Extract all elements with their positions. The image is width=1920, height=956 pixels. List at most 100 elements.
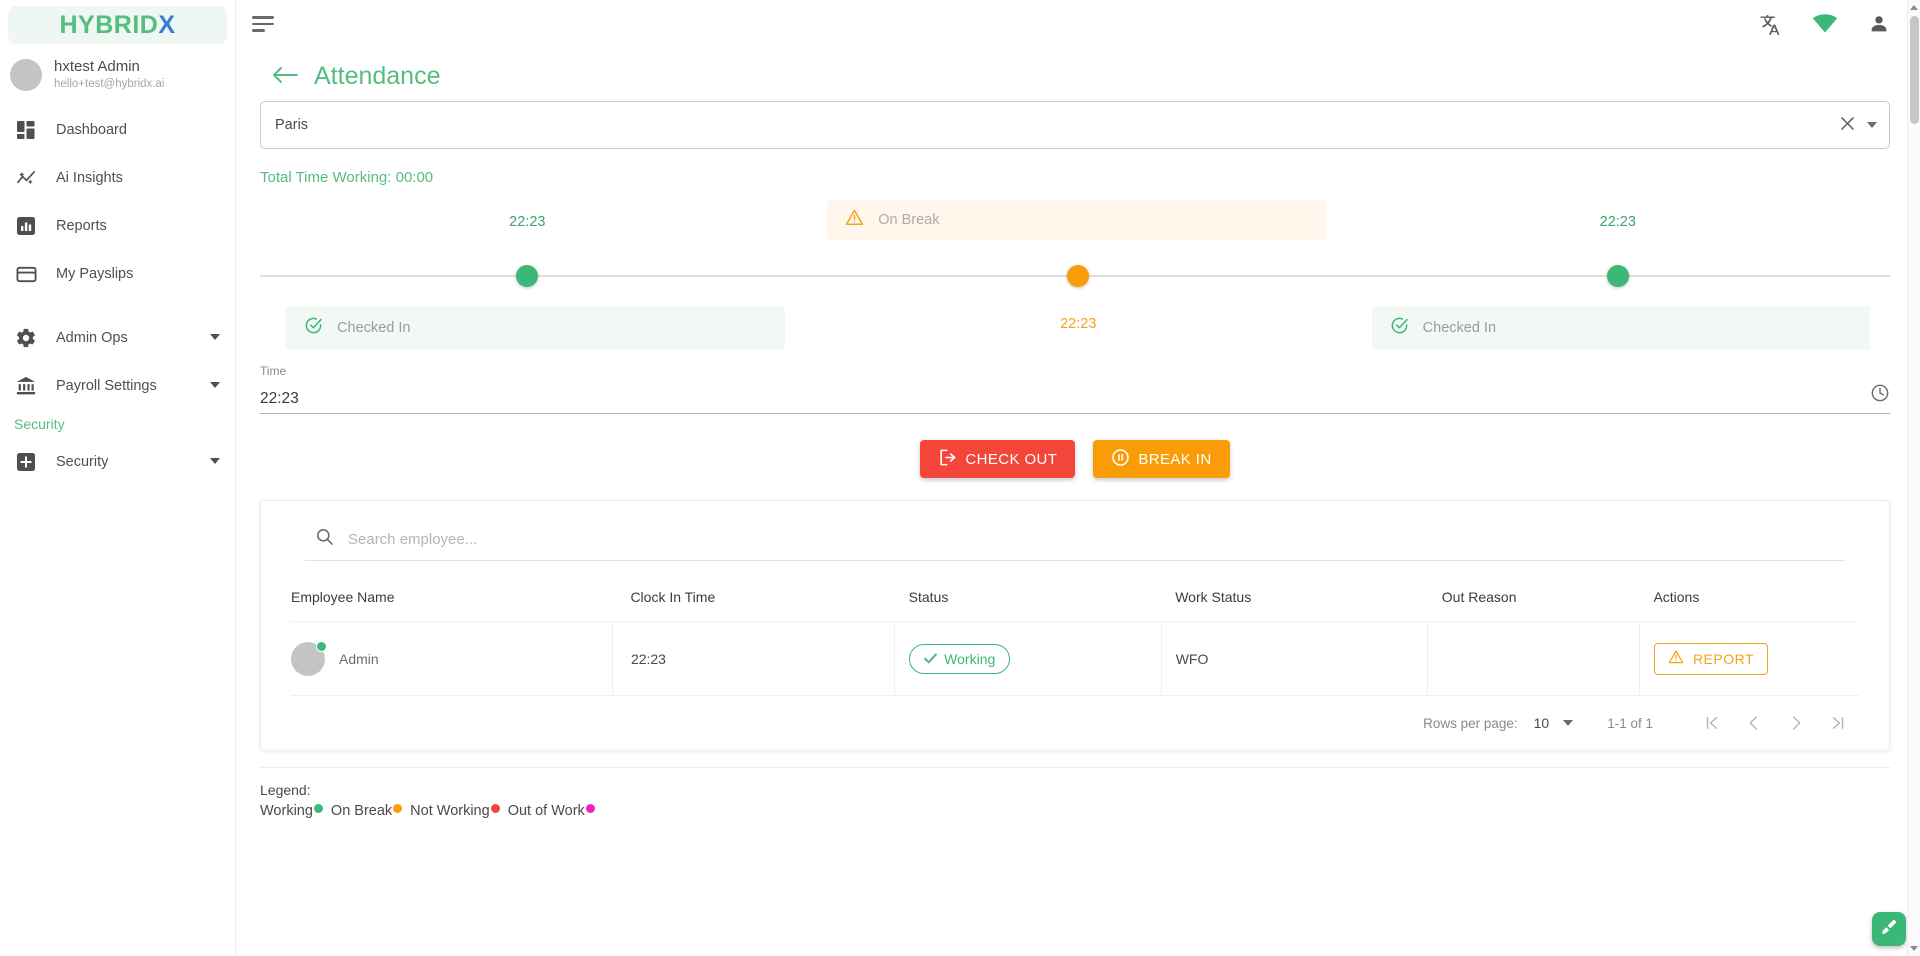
sidebar-item-label: Dashboard (56, 122, 127, 138)
time-input-row[interactable]: 22:23 (260, 383, 1890, 414)
brush-icon (1880, 918, 1898, 941)
attendance-table-card: Search employee... Employee Name Clock I… (260, 500, 1890, 751)
chevron-down-icon[interactable] (209, 333, 221, 344)
on-break-banner: On Break (827, 200, 1326, 240)
on-break-label: On Break (878, 212, 940, 228)
timeline-track (260, 254, 1890, 298)
attendance-table: Employee Name Clock In Time Status Work … (291, 589, 1859, 696)
on-break-time-label: 22:23 (1060, 316, 1097, 332)
time-input-value[interactable]: 22:23 (260, 390, 299, 408)
legend-item: On Break (331, 803, 403, 819)
status-badge: Working (909, 643, 1011, 674)
avatar (10, 59, 42, 91)
sidebar-item-ai-insights[interactable]: Ai Insights (0, 154, 235, 202)
checked-in-label: Checked In (1422, 320, 1497, 336)
timeline-dot-checked-in-1[interactable] (516, 265, 539, 287)
close-icon[interactable] (1840, 116, 1855, 135)
back-arrow-icon[interactable] (272, 65, 298, 89)
reports-icon (14, 214, 38, 238)
sidebar-item-my-payslips[interactable]: My Payslips (0, 250, 235, 298)
checked-in-card-1: Checked In (286, 306, 785, 350)
wifi-icon[interactable] (1812, 14, 1838, 34)
first-page-icon[interactable] (1691, 714, 1733, 732)
legend: Legend: Working On Break Not Working Out… (260, 767, 1890, 819)
next-page-icon[interactable] (1775, 714, 1817, 732)
topbar (236, 0, 1920, 48)
person-icon[interactable] (1868, 13, 1890, 35)
location-select[interactable]: Paris (260, 101, 1890, 149)
table-row[interactable]: Admin 22:23 Working WFO REPORT (291, 621, 1859, 696)
column-actions: Actions (1653, 589, 1700, 605)
ai-insights-icon (14, 166, 38, 190)
user-text-block: hxtest Admin hello+test@hybridx.ai (54, 58, 164, 92)
legend-item-label: Working (260, 803, 313, 819)
attendance-timeline: 22:23 On Break 22:23 Checked In 22:23 Ch… (260, 200, 1890, 360)
sidebar-item-security[interactable]: Security (0, 438, 235, 486)
time-input-group: Time 22:23 (260, 364, 1890, 414)
column-status: Status (908, 589, 949, 605)
time-input-label: Time (260, 364, 287, 378)
table-body: Admin 22:23 Working WFO REPORT (291, 621, 1859, 696)
last-page-icon[interactable] (1817, 714, 1859, 732)
timeline-top-row: 22:23 On Break 22:23 (260, 200, 1890, 254)
search-input[interactable]: Search employee... (348, 531, 477, 548)
vertical-scrollbar[interactable] (1907, 0, 1920, 956)
column-work-status: Work Status (1175, 589, 1252, 605)
check-circle-icon (304, 316, 323, 340)
chevron-down-icon[interactable] (1867, 122, 1877, 128)
clock-icon[interactable] (1870, 383, 1890, 408)
chevron-down-icon[interactable] (209, 381, 221, 392)
sidebar-item-admin-ops[interactable]: Admin Ops (0, 314, 235, 362)
timeline-dot-on-break[interactable] (1067, 265, 1090, 287)
cell-clock-in-time: 22:23 (612, 621, 896, 696)
scroll-up-icon[interactable] (1910, 5, 1918, 10)
sidebar-item-payroll-settings[interactable]: Payroll Settings (0, 362, 235, 410)
sidebar-user-profile[interactable]: hxtest Admin hello+test@hybridx.ai (0, 44, 235, 106)
sidebar-item-label: Admin Ops (56, 330, 128, 346)
sidebar-item-label: Reports (56, 218, 107, 234)
dashboard-icon (14, 118, 38, 142)
rows-per-page-select[interactable]: 10 (1534, 715, 1574, 731)
legend-item-label: Out of Work (507, 803, 585, 819)
legend-dot-working (313, 804, 323, 813)
cell-employee-name: Admin (291, 621, 613, 696)
legend-item-label: Not Working (410, 803, 490, 819)
timeline-dot-checked-in-2[interactable] (1606, 265, 1629, 287)
pagination: Rows per page: 10 1-1 of 1 (291, 696, 1859, 732)
legend-item: Not Working (410, 803, 500, 819)
timeline-time-label: 22:23 (1599, 214, 1636, 230)
hamburger-icon[interactable] (252, 8, 278, 40)
employee-name: Admin (339, 650, 379, 667)
app-logo[interactable]: HYBRIDX (8, 6, 227, 44)
chevron-down-icon[interactable] (209, 457, 221, 468)
cell-actions: REPORT (1639, 621, 1859, 696)
scroll-down-icon[interactable] (1910, 946, 1918, 951)
warning-triangle-icon (845, 208, 864, 232)
edit-fab-button[interactable] (1872, 912, 1906, 946)
content-area: Paris Total Time Working: 00:00 22:23 On… (236, 101, 1920, 819)
sidebar-item-dashboard[interactable]: Dashboard (0, 106, 235, 154)
cell-out-reason (1427, 621, 1640, 696)
break-in-label: BREAK IN (1138, 450, 1212, 468)
pagination-range: 1-1 of 1 (1607, 715, 1653, 731)
translate-icon[interactable] (1758, 12, 1782, 36)
scrollbar-thumb[interactable] (1910, 16, 1919, 124)
legend-title: Legend: (260, 782, 311, 798)
payslips-icon (14, 262, 38, 286)
sidebar-item-reports[interactable]: Reports (0, 202, 235, 250)
check-out-button[interactable]: CHECK OUT (920, 440, 1076, 478)
user-email: hello+test@hybridx.ai (54, 78, 165, 90)
logo-main-text: HYBRID (59, 10, 159, 39)
prev-page-icon[interactable] (1733, 714, 1775, 732)
break-in-button[interactable]: BREAK IN (1093, 440, 1230, 478)
checked-in-label: Checked In (337, 320, 411, 336)
sidebar-item-label: Security (56, 454, 109, 470)
timeline-time-label: 22:23 (509, 214, 546, 230)
check-icon (924, 651, 938, 667)
employee-search-row[interactable]: Search employee... (305, 527, 1845, 561)
report-button[interactable]: REPORT (1653, 642, 1769, 675)
chevron-down-icon[interactable] (1563, 720, 1574, 726)
user-name: hxtest Admin (54, 58, 140, 75)
sidebar-section-security: Security (14, 416, 65, 432)
